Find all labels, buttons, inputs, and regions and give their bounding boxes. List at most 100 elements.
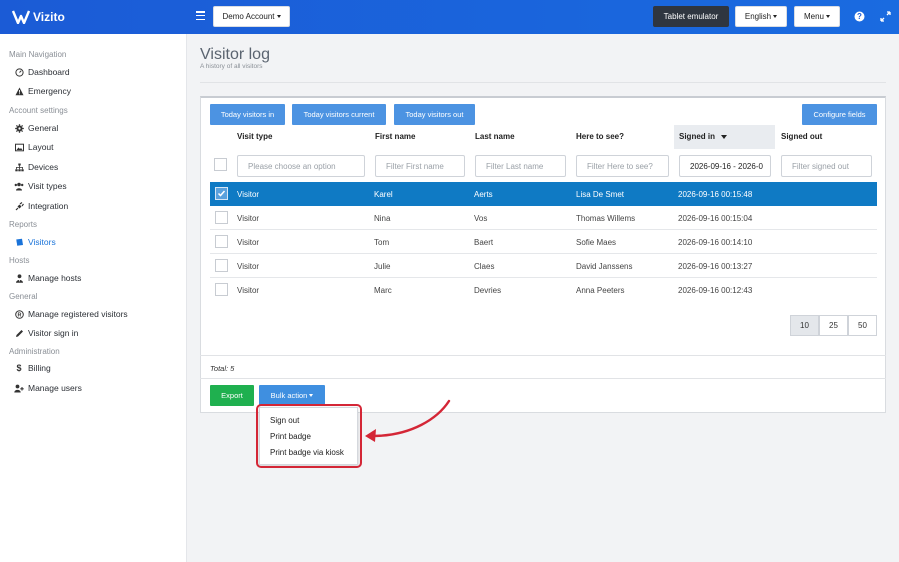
column-header-last-name[interactable]: Last name	[475, 132, 515, 141]
page-size-25[interactable]: 25	[819, 315, 848, 336]
menu-dropdown[interactable]: Menu	[794, 6, 840, 27]
sidebar-item-billing[interactable]: $ Billing	[14, 361, 51, 375]
cell-signed-in: 2026-09-16 00:12:43	[678, 286, 753, 295]
users-icon	[14, 181, 24, 191]
signed-out-filter-input[interactable]: Filter signed out	[781, 155, 872, 177]
app-name: Vizito	[33, 10, 65, 24]
plug-icon	[14, 201, 24, 211]
caret-down-icon	[276, 15, 281, 18]
page-size-50[interactable]: 50	[848, 315, 877, 336]
sidebar-item-label: Billing	[28, 363, 51, 373]
table-row[interactable]: Visitor Marc Devries Anna Peeters 2026-0…	[210, 278, 877, 302]
sidebar-item-manage-hosts[interactable]: Manage hosts	[14, 271, 81, 285]
column-header-signed-in[interactable]: Signed in	[679, 132, 727, 141]
account-dropdown[interactable]: Demo Account	[213, 6, 290, 27]
hamburger-menu-icon[interactable]	[196, 11, 205, 21]
sidebar-item-general[interactable]: General	[14, 121, 58, 135]
row-checkbox[interactable]	[215, 259, 228, 272]
today-visitors-current-button[interactable]: Today visitors current	[292, 104, 386, 125]
sidebar-item-label: Manage registered visitors	[28, 309, 128, 319]
sidebar-heading-general: General	[9, 292, 38, 301]
row-checkbox[interactable]	[215, 211, 228, 224]
annotation-highlight-box	[256, 404, 362, 468]
tablet-emulator-label: Tablet emulator	[663, 12, 719, 21]
sidebar-item-integration[interactable]: Integration	[14, 199, 68, 213]
caret-down-icon	[309, 394, 314, 397]
table-row[interactable]: Visitor Tom Baert Sofie Maes 2026-09-16 …	[210, 230, 877, 254]
table-row[interactable]: Visitor Karel Aerts Lisa De Smet 2026-09…	[210, 182, 877, 206]
sidebar-item-label: Visitor sign in	[28, 328, 79, 338]
language-label: English	[744, 12, 772, 21]
last-name-filter-input[interactable]: Filter Last name	[475, 155, 566, 177]
first-name-filter-input[interactable]: Filter First name	[375, 155, 465, 177]
select-all-checkbox[interactable]	[214, 158, 227, 171]
configure-fields-button[interactable]: Configure fields	[802, 104, 877, 125]
today-visitors-out-button[interactable]: Today visitors out	[394, 104, 475, 125]
today-visitors-in-button[interactable]: Today visitors in	[210, 104, 285, 125]
sidebar-item-visitors[interactable]: Visitors	[14, 235, 56, 249]
column-header-visit-type[interactable]: Visit type	[237, 132, 272, 141]
sidebar-item-label: Dashboard	[28, 67, 70, 77]
column-header-here-to-see[interactable]: Here to see?	[576, 132, 624, 141]
cell-signed-in: 2026-09-16 00:15:48	[678, 190, 753, 199]
column-header-signed-out[interactable]: Signed out	[781, 132, 822, 141]
language-dropdown[interactable]: English	[735, 6, 787, 27]
warning-icon	[14, 86, 24, 96]
cell-first-name: Nina	[374, 214, 391, 223]
cell-first-name: Karel	[374, 190, 393, 199]
here-to-see-filter-input[interactable]: Filter Here to see?	[576, 155, 669, 177]
cell-visit-type: Visitor	[237, 262, 260, 271]
row-checkbox[interactable]	[215, 187, 228, 200]
table-row[interactable]: Visitor Julie Claes David Janssens 2026-…	[210, 254, 877, 278]
dollar-icon: $	[16, 363, 22, 373]
sidebar-item-visit-types[interactable]: Visit types	[14, 179, 67, 193]
cell-here-to-see: Anna Peeters	[576, 286, 625, 295]
sidebar-item-manage-users[interactable]: Manage users	[14, 381, 82, 395]
row-checkbox[interactable]	[215, 235, 228, 248]
total-count: Total: 5	[210, 364, 235, 373]
table-row[interactable]: Visitor Nina Vos Thomas Willems 2026-09-…	[210, 206, 877, 230]
sidebar-item-visitor-sign-in[interactable]: Visitor sign in	[14, 326, 78, 340]
row-checkbox[interactable]	[215, 283, 228, 296]
cell-here-to-see: Sofie Maes	[576, 238, 617, 247]
user-plus-icon	[14, 383, 24, 393]
sidebar-item-emergency[interactable]: Emergency	[14, 84, 71, 98]
sidebar-item-dashboard[interactable]: Dashboard	[14, 65, 70, 79]
sidebar-item-label: Manage hosts	[28, 273, 82, 283]
column-header-first-name[interactable]: First name	[375, 132, 415, 141]
logo[interactable]: Vizito	[12, 9, 65, 25]
page-size-10[interactable]: 10	[790, 315, 819, 336]
cell-signed-in: 2026-09-16 00:13:27	[678, 262, 753, 271]
signed-in-label: Signed in	[679, 132, 715, 141]
sidebar-item-manage-registered-visitors[interactable]: R Manage registered visitors	[14, 307, 128, 321]
cell-here-to-see: Thomas Willems	[576, 214, 636, 223]
vizito-logo-icon	[12, 10, 30, 24]
sidebar-item-devices[interactable]: Devices	[14, 160, 58, 174]
caret-down-icon	[826, 15, 830, 18]
export-button[interactable]: Export	[210, 385, 254, 406]
sidebar-item-label: Manage users	[28, 383, 82, 393]
book-icon	[14, 237, 24, 247]
cell-here-to-see: David Janssens	[576, 262, 633, 271]
cell-last-name: Baert	[474, 238, 494, 247]
sidebar-item-label: Integration	[28, 201, 69, 211]
bulk-action-button[interactable]: Bulk action	[259, 385, 325, 406]
annotation-arrow-icon	[365, 399, 451, 442]
cell-last-name: Vos	[474, 214, 488, 223]
visit-type-filter-select[interactable]: Please choose an option	[237, 155, 365, 177]
sidebar-item-label: General	[28, 123, 59, 133]
expand-icon[interactable]	[880, 11, 891, 22]
account-label: Demo Account	[222, 12, 275, 21]
bulk-action-label: Bulk action	[270, 391, 308, 400]
caret-down-icon	[773, 15, 778, 18]
tablet-emulator-button[interactable]: Tablet emulator	[653, 6, 729, 27]
signed-in-date-range-input[interactable]: 2026-09-16 - 2026-0	[679, 155, 771, 177]
cell-visit-type: Visitor	[237, 286, 260, 295]
sidebar-heading-reports: Reports	[9, 220, 38, 229]
sidebar-item-layout[interactable]: Layout	[14, 140, 54, 154]
registered-icon: R	[14, 309, 24, 319]
cell-visit-type: Visitor	[237, 214, 260, 223]
sidebar-heading-account-settings: Account settings	[9, 106, 68, 115]
svg-text:R: R	[17, 312, 21, 318]
question-icon[interactable]: ?	[854, 11, 865, 22]
